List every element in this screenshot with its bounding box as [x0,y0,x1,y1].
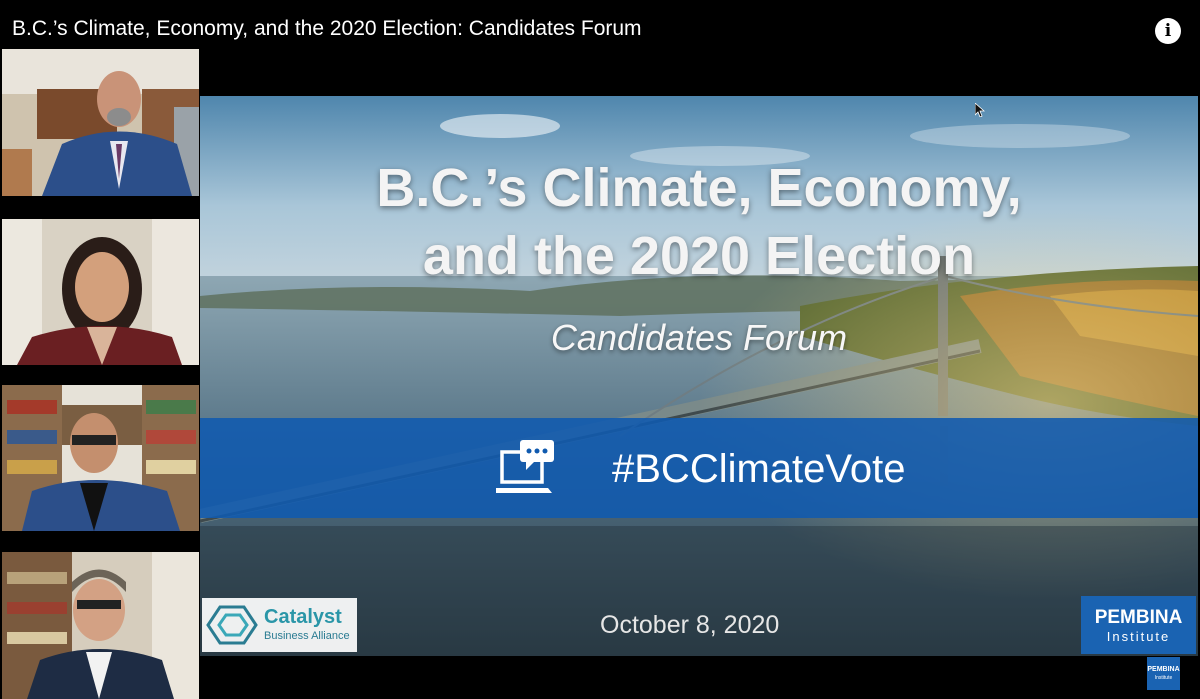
participant-video-2 [2,219,199,365]
participant-video-1 [2,49,199,196]
slide-subtitle: Candidates Forum [550,317,848,358]
channel-watermark[interactable]: PEMBINA Institute [1147,657,1180,690]
pembina-logo: PEMBINA Institute [1081,596,1196,654]
participant-video-4 [2,552,199,699]
hashtag-text: #BCClimateVote [612,447,906,491]
info-icon: i [1164,21,1172,41]
hashtag-banner: #BCClimateVote [200,418,1198,518]
laptop-chat-icon [496,440,554,493]
slide-title: B.C.’s Climate, Economy, and the 2020 El… [376,158,1022,286]
video-title: B.C.’s Climate, Economy, and the 2020 El… [12,17,642,40]
slide-date: October 8, 2020 [600,611,780,639]
catalyst-hexagon-icon [206,605,258,645]
mouse-cursor-icon [975,103,985,117]
presentation-slide: B.C.’s Climate, Economy, and the 2020 El… [200,96,1198,656]
catalyst-logo: Catalyst Business Alliance [202,598,357,652]
info-button[interactable]: i [1155,18,1181,44]
participant-video-3 [2,385,199,531]
